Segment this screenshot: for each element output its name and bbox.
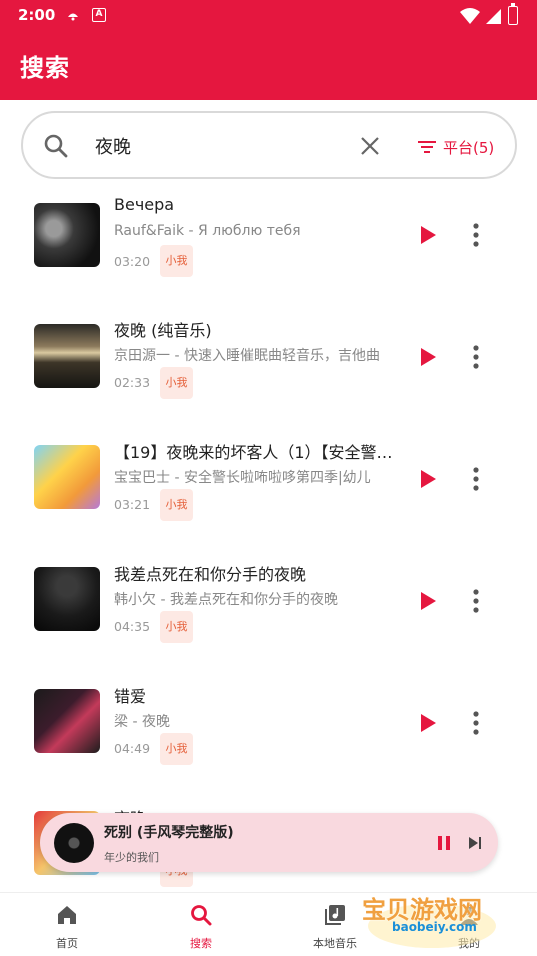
local-music-icon bbox=[325, 905, 345, 925]
clear-icon[interactable] bbox=[359, 135, 381, 157]
nav-profile-label: 我的 bbox=[458, 937, 480, 950]
album-cover bbox=[34, 689, 100, 753]
source-tag: 小我 bbox=[160, 611, 193, 643]
next-icon[interactable] bbox=[468, 836, 482, 850]
wifi-icon bbox=[460, 8, 480, 24]
nav-home[interactable]: 首页 bbox=[0, 893, 134, 956]
mini-player[interactable]: 死别 (手风琴完整版) 年少的我们 bbox=[40, 813, 498, 872]
song-title: Вечера bbox=[114, 195, 175, 214]
song-title: 【19】夜晚来的坏客人（1）【安全警长】 bbox=[114, 443, 404, 462]
list-item[interactable]: Вечера Rauf&Faik - Я люблю тебя 03:20 小我 bbox=[0, 190, 537, 310]
now-playing-cover bbox=[54, 823, 94, 863]
song-subtitle: 京田源一 - 快速入睡催眠曲轻音乐，吉他曲 bbox=[114, 348, 380, 364]
app-header: 2:00 A 搜索 bbox=[0, 0, 537, 100]
notification-icon bbox=[68, 13, 78, 21]
battery-icon bbox=[508, 3, 518, 25]
list-item[interactable]: 错爱 梁 - 夜晚 04:49 小我 bbox=[0, 678, 537, 798]
song-title: 错爱 bbox=[114, 687, 147, 706]
album-cover bbox=[34, 203, 100, 267]
album-cover bbox=[34, 445, 100, 509]
more-icon[interactable] bbox=[466, 466, 486, 492]
filter-icon bbox=[418, 141, 436, 153]
more-icon[interactable] bbox=[466, 344, 486, 370]
nav-search-label: 搜索 bbox=[190, 937, 212, 950]
search-input[interactable] bbox=[95, 132, 345, 160]
song-duration: 03:21 bbox=[114, 497, 151, 512]
signal-icon bbox=[486, 9, 501, 24]
song-duration: 04:35 bbox=[114, 619, 151, 634]
now-playing-title: 死别 (手风琴完整版) bbox=[104, 825, 234, 841]
source-tag: 小我 bbox=[160, 367, 193, 399]
play-icon[interactable] bbox=[418, 225, 438, 245]
search-icon bbox=[191, 905, 212, 926]
search-bar: 平台(5) bbox=[21, 111, 517, 179]
more-icon[interactable] bbox=[466, 588, 486, 614]
more-icon[interactable] bbox=[466, 710, 486, 736]
nav-search[interactable]: 搜索 bbox=[134, 893, 268, 956]
song-duration: 04:49 bbox=[114, 741, 151, 756]
play-icon[interactable] bbox=[418, 469, 438, 489]
song-subtitle: 韩小欠 - 我差点死在和你分手的夜晚 bbox=[114, 592, 338, 608]
now-playing-artist: 年少的我们 bbox=[104, 851, 159, 864]
song-subtitle: 梁 - 夜晚 bbox=[114, 714, 170, 730]
pause-icon[interactable] bbox=[436, 835, 452, 851]
search-icon bbox=[44, 134, 68, 158]
status-bar: 2:00 A bbox=[0, 0, 537, 32]
platform-filter-button[interactable]: 平台(5) bbox=[417, 135, 494, 159]
play-icon[interactable] bbox=[418, 347, 438, 367]
source-tag: 小我 bbox=[160, 245, 193, 277]
song-subtitle: 宝宝巴士 - 安全警长啦咘啦哆第四季|幼儿 bbox=[114, 470, 371, 486]
play-icon[interactable] bbox=[418, 591, 438, 611]
play-icon[interactable] bbox=[418, 713, 438, 733]
song-title: 夜晚 (纯音乐) bbox=[114, 321, 212, 340]
nav-home-label: 首页 bbox=[56, 937, 78, 950]
more-icon[interactable] bbox=[466, 222, 486, 248]
home-icon bbox=[58, 906, 76, 924]
bottom-nav: 首页 搜索 本地音乐 我的 bbox=[0, 892, 537, 956]
status-time: 2:00 bbox=[18, 6, 56, 24]
list-item[interactable]: 我差点死在和你分手的夜晚 韩小欠 - 我差点死在和你分手的夜晚 04:35 小我 bbox=[0, 556, 537, 676]
app-notification-icon: A bbox=[92, 8, 106, 22]
album-cover bbox=[34, 324, 100, 388]
list-item[interactable]: 【19】夜晚来的坏客人（1）【安全警长】 宝宝巴士 - 安全警长啦咘啦哆第四季|… bbox=[0, 434, 537, 554]
nav-local-music[interactable]: 本地音乐 bbox=[268, 893, 402, 956]
song-duration: 03:20 bbox=[114, 254, 151, 269]
album-cover bbox=[34, 567, 100, 631]
nav-profile[interactable]: 我的 bbox=[402, 893, 536, 956]
page-title: 搜索 bbox=[20, 54, 70, 82]
platform-filter-label: 平台(5) bbox=[443, 138, 495, 157]
song-title: 我差点死在和你分手的夜晚 bbox=[114, 565, 307, 584]
source-tag: 小我 bbox=[160, 489, 193, 521]
source-tag: 小我 bbox=[160, 733, 193, 765]
list-item[interactable]: 夜晚 (纯音乐) 京田源一 - 快速入睡催眠曲轻音乐，吉他曲 02:33 小我 bbox=[0, 312, 537, 432]
profile-icon bbox=[460, 906, 478, 925]
nav-local-music-label: 本地音乐 bbox=[313, 937, 357, 950]
song-duration: 02:33 bbox=[114, 375, 151, 390]
song-subtitle: Rauf&Faik - Я люблю тебя bbox=[114, 223, 301, 239]
